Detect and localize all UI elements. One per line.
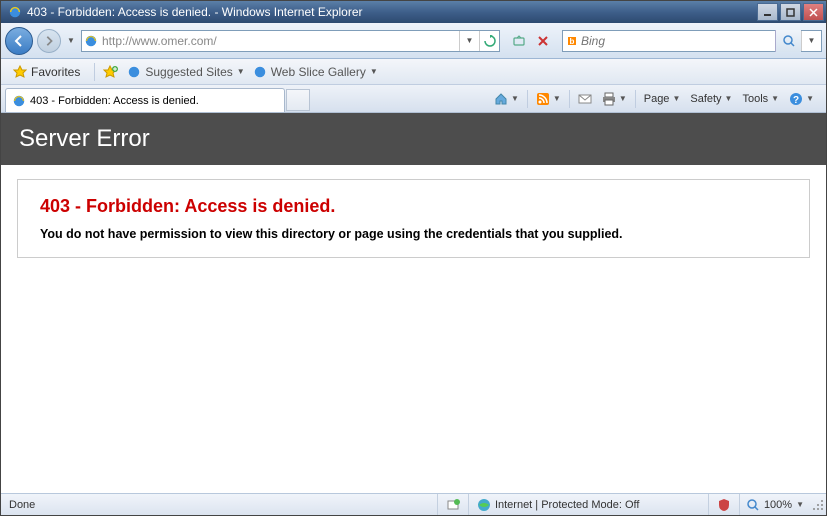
chevron-down-icon: ▼ [511, 94, 519, 103]
chevron-down-icon: ▼ [370, 67, 378, 76]
chevron-down-icon: ▼ [237, 67, 245, 76]
status-popup-blocker[interactable] [438, 494, 469, 515]
nav-history-dropdown[interactable]: ▼ [65, 27, 77, 55]
security-zone[interactable]: Internet | Protected Mode: Off [469, 494, 709, 515]
status-protected-mode-icon[interactable] [709, 494, 740, 515]
command-bar: ▼ ▼ ▼ Page ▼ Safety ▼ Tools ▼ ? ▼ [310, 85, 822, 112]
page-label: Page [644, 93, 670, 105]
window-title: 403 - Forbidden: Access is denied. - Win… [27, 5, 757, 19]
tools-label: Tools [742, 93, 768, 105]
favorites-label: Favorites [31, 65, 80, 79]
error-message: You do not have permission to view this … [40, 227, 787, 241]
page-content: Server Error 403 - Forbidden: Access is … [1, 113, 826, 493]
zoom-value: 100% [764, 499, 792, 511]
server-error-header: Server Error [1, 113, 826, 165]
address-input[interactable] [100, 34, 459, 48]
maximize-button[interactable] [780, 3, 801, 21]
safety-menu[interactable]: Safety ▼ [686, 88, 736, 110]
back-button[interactable] [5, 27, 33, 55]
nav-icon-group [508, 30, 554, 52]
minimize-button[interactable] [757, 3, 778, 21]
tab-favicon-icon [12, 94, 26, 108]
chevron-down-icon: ▼ [725, 94, 733, 103]
zoom-icon [746, 498, 760, 512]
window-controls [757, 3, 824, 21]
tab-command-bar: 403 - Forbidden: Access is denied. ▼ ▼ ▼… [1, 85, 826, 113]
feeds-button[interactable]: ▼ [532, 88, 565, 110]
navigation-bar: ▼ ▼ b ▼ [1, 23, 826, 59]
chevron-down-icon: ▼ [553, 94, 561, 103]
read-mail-button[interactable] [574, 88, 596, 110]
web-slice-label: Web Slice Gallery [271, 65, 366, 79]
chevron-down-icon: ▼ [771, 94, 779, 103]
favorites-separator [94, 63, 95, 81]
zone-text: Internet | Protected Mode: Off [495, 499, 640, 511]
chevron-down-icon: ▼ [806, 94, 814, 103]
address-dropdown-button[interactable]: ▼ [459, 31, 479, 51]
status-text: Done [1, 494, 438, 515]
new-tab-button[interactable] [286, 89, 310, 111]
refresh-button[interactable] [479, 31, 499, 51]
address-bar: ▼ [81, 30, 500, 52]
search-bar: b ▼ [562, 30, 822, 52]
search-go-button[interactable] [775, 30, 801, 52]
page-icon [82, 34, 100, 48]
web-slice-gallery-link[interactable]: Web Slice Gallery ▼ [253, 65, 378, 79]
add-favorite-button[interactable] [103, 65, 119, 79]
home-button[interactable]: ▼ [490, 88, 523, 110]
title-bar: 403 - Forbidden: Access is denied. - Win… [1, 1, 826, 23]
close-button[interactable] [803, 3, 824, 21]
search-options-dropdown[interactable]: ▼ [801, 31, 821, 51]
error-box: 403 - Forbidden: Access is denied. You d… [17, 179, 810, 258]
chevron-down-icon: ▼ [619, 94, 627, 103]
error-title: 403 - Forbidden: Access is denied. [40, 196, 787, 217]
svg-text:?: ? [793, 95, 799, 106]
page-menu[interactable]: Page ▼ [640, 88, 685, 110]
safety-label: Safety [690, 93, 721, 105]
command-separator [527, 90, 528, 108]
chevron-down-icon: ▼ [672, 94, 680, 103]
stop-button[interactable] [532, 30, 554, 52]
resize-grip[interactable] [810, 497, 826, 513]
tab-title: 403 - Forbidden: Access is denied. [30, 95, 199, 107]
suggested-sites-label: Suggested Sites [145, 65, 232, 79]
compatibility-view-button[interactable] [508, 30, 530, 52]
chevron-down-icon: ▼ [796, 500, 804, 509]
forward-button[interactable] [37, 29, 61, 53]
command-separator [635, 90, 636, 108]
help-button[interactable]: ? ▼ [785, 88, 818, 110]
print-button[interactable]: ▼ [598, 88, 631, 110]
ie-logo-icon [7, 4, 23, 20]
suggested-sites-link[interactable]: Suggested Sites ▼ [127, 65, 244, 79]
favorites-bar: Favorites Suggested Sites ▼ Web Slice Ga… [1, 59, 826, 85]
search-input[interactable] [581, 34, 775, 48]
zoom-control[interactable]: 100% ▼ [740, 498, 810, 512]
tools-menu[interactable]: Tools ▼ [738, 88, 783, 110]
command-separator [569, 90, 570, 108]
browser-tab[interactable]: 403 - Forbidden: Access is denied. [5, 88, 285, 112]
status-bar: Done Internet | Protected Mode: Off 100%… [1, 493, 826, 515]
svg-text:b: b [570, 37, 575, 46]
search-provider-icon: b [563, 34, 581, 48]
favorites-button[interactable]: Favorites [7, 63, 86, 81]
